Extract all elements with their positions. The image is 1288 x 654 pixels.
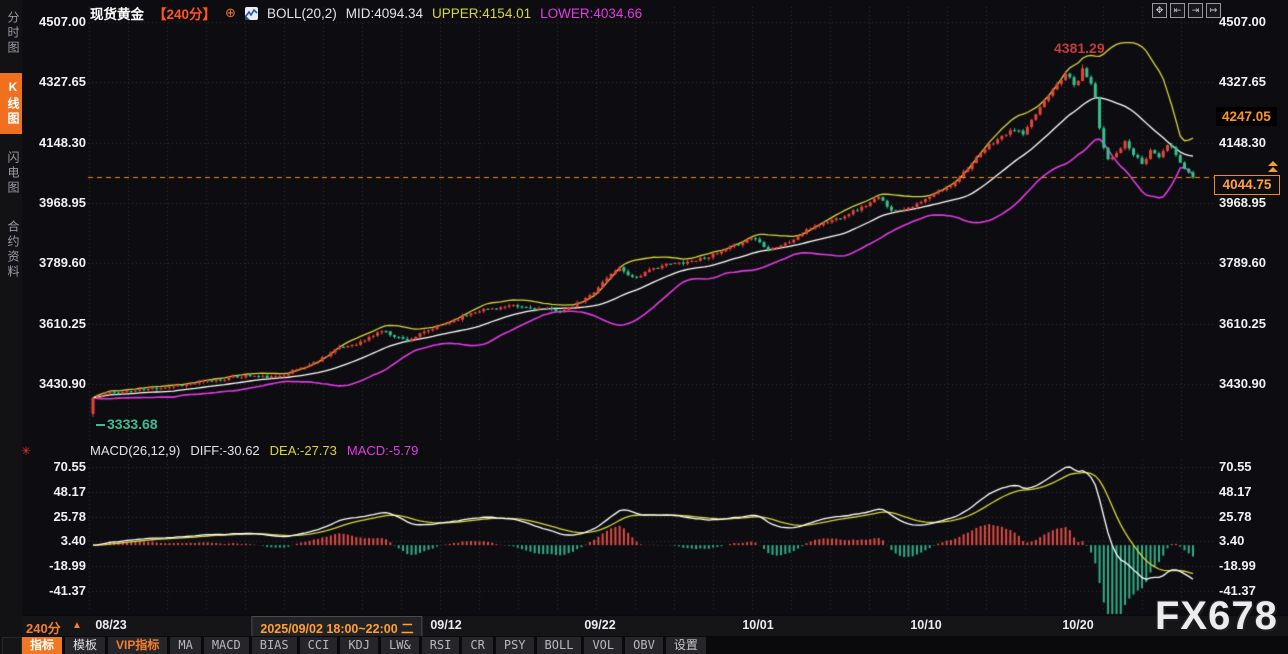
fit-right-icon[interactable]: ⇥: [1188, 3, 1203, 18]
high-price-annotation: 4381.29: [1054, 40, 1105, 56]
date-tick-label: 09/22: [584, 618, 615, 632]
last-price-box: 4044.75: [1214, 175, 1280, 195]
fit-left-icon[interactable]: ⇤: [1170, 3, 1185, 18]
window-controls: ✥⇤⇥↦: [1152, 3, 1221, 18]
toolbar-button[interactable]: LW&: [381, 637, 419, 654]
toolbar-button[interactable]: 指标: [22, 637, 62, 654]
toolbar-button[interactable]: PSY: [496, 637, 534, 654]
toolbar-button[interactable]: CR: [462, 637, 492, 654]
toolbar-corner-box: [2, 637, 22, 654]
date-tick-label: 09/12: [430, 618, 461, 632]
chart-header: 现货黄金 【240分】 ⊕ BOLL(20,2) MID:4094.34 UPP…: [90, 3, 642, 23]
boll-lower-value: LOWER:4034.66: [540, 6, 642, 21]
macd-macd-value: MACD:-5.79: [347, 443, 419, 458]
boll-mid-value: MID:4094.34: [346, 6, 423, 21]
alert-star-icon: ✳: [21, 444, 31, 458]
sidebar-tab[interactable]: 合约资料: [0, 213, 22, 287]
prev-settle-price-label: 4247.05: [1216, 107, 1277, 126]
macd-diff-value: DIFF:-30.62: [190, 443, 259, 458]
xaxis-strip: 240分 ▲ 2025/09/02 18:00~22:00 二 08/2309/…: [22, 616, 1288, 636]
collapse-icon[interactable]: ⊕: [225, 5, 236, 21]
boll-indicator-icon: [245, 7, 258, 20]
left-sidebar: 分时图 K线图闪电图合约资料: [0, 0, 22, 654]
toolbar-button[interactable]: VOL: [584, 637, 622, 654]
chart-type-tabs: 分时图 K线图闪电图合约资料: [0, 4, 22, 287]
macd-params: MACD(26,12,9): [90, 443, 180, 458]
date-tick-label: 10/20: [1062, 618, 1093, 632]
shift-right-icon[interactable]: ↦: [1206, 3, 1221, 18]
toolbar-button[interactable]: BOLL: [537, 637, 582, 654]
sidebar-tab[interactable]: 闪电图: [0, 144, 22, 203]
toolbar-button[interactable]: BIAS: [252, 637, 297, 654]
date-tick-label: 10/01: [742, 618, 773, 632]
toolbar-button[interactable]: VIP指标: [108, 637, 167, 654]
date-tick-label: 08/23: [95, 618, 126, 632]
sidebar-tab[interactable]: 分时图: [0, 4, 22, 63]
sidebar-tab[interactable]: K线图: [0, 73, 22, 134]
fx678-watermark: FX678: [1155, 594, 1278, 639]
toolbar-button[interactable]: 模板: [65, 637, 105, 654]
scroll-to-latest-icon[interactable]: [1268, 161, 1278, 173]
chart-application: 分时图 K线图闪电图合约资料 现货黄金 【240分】 ⊕ BOLL(20,2) M…: [0, 0, 1288, 654]
indicator-toolbar: 指标模板VIP指标MAMACDBIASCCIKDJLW&RSICRPSYBOLL…: [22, 636, 1288, 654]
instrument-name: 现货黄金: [90, 3, 144, 23]
macd-header: MACD(26,12,9) DIFF:-30.62 DEA:-27.73 MAC…: [90, 443, 418, 458]
toolbar-button[interactable]: MACD: [204, 637, 249, 654]
macd-dea-value: DEA:-27.73: [270, 443, 337, 458]
toolbar-button[interactable]: 设置: [666, 637, 706, 654]
toolbar-button[interactable]: OBV: [625, 637, 663, 654]
timeframe-up-arrow-icon[interactable]: ▲: [72, 620, 82, 631]
low-tick-mark: [96, 424, 105, 426]
toolbar-button[interactable]: KDJ: [340, 637, 378, 654]
pan-icon[interactable]: ✥: [1152, 3, 1167, 18]
toolbar-button[interactable]: MA: [170, 637, 200, 654]
low-price-annotation: 3333.68: [96, 416, 158, 432]
date-tick-label: 10/10: [910, 618, 941, 632]
toolbar-button[interactable]: CCI: [300, 637, 338, 654]
boll-params: BOLL(20,2): [267, 6, 337, 21]
boll-upper-value: UPPER:4154.01: [432, 6, 531, 21]
timeframe-label: 【240分】: [153, 3, 216, 23]
price-macd-chart-canvas[interactable]: [0, 0, 1288, 615]
timeframe-indicator[interactable]: 240分: [26, 618, 61, 637]
toolbar-button[interactable]: RSI: [422, 637, 460, 654]
